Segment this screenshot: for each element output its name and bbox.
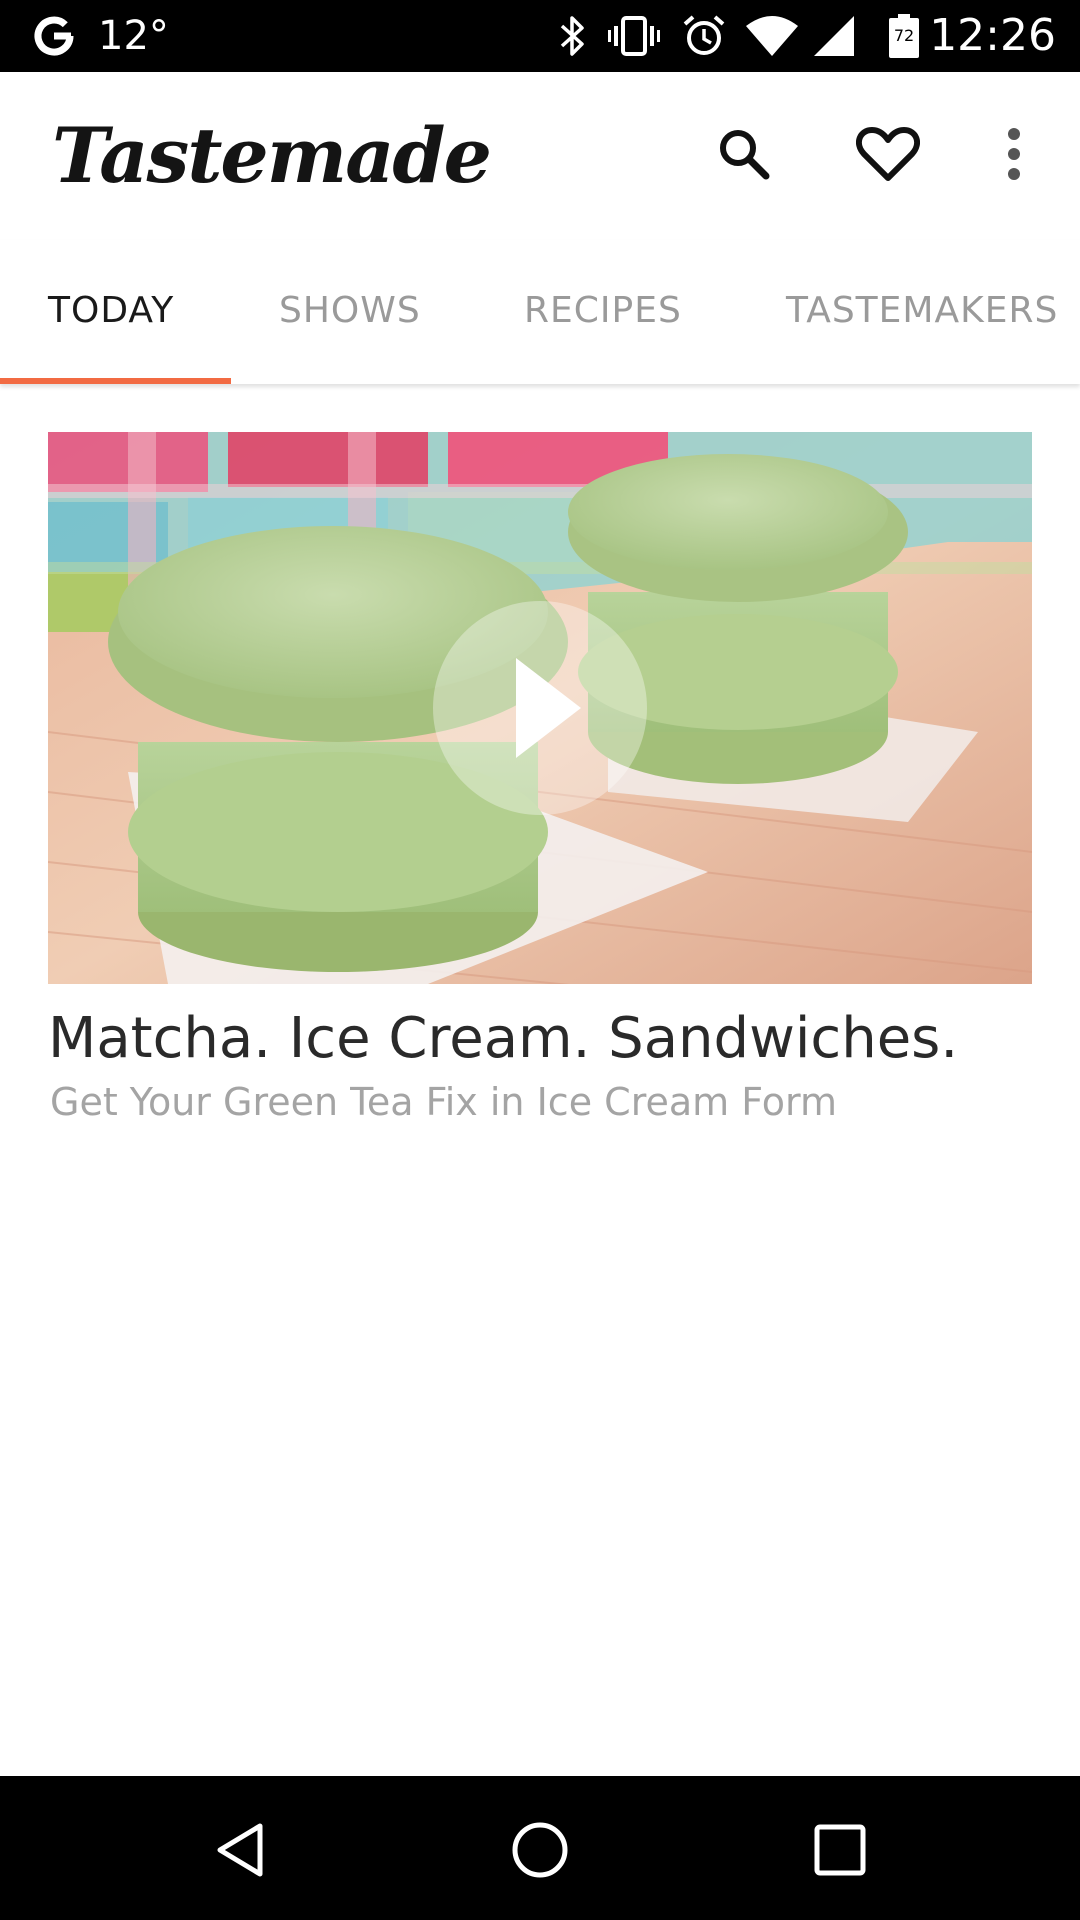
home-button[interactable] [500, 1812, 580, 1892]
battery-level-text: 72 [893, 26, 915, 45]
back-button[interactable] [200, 1812, 280, 1892]
play-icon [433, 601, 647, 815]
thumbnail-image [48, 432, 1032, 984]
tastemade-logo: Tastemade [52, 111, 492, 200]
home-icon [510, 1820, 570, 1885]
more-options-button[interactable] [974, 116, 1054, 196]
favorites-button[interactable] [848, 116, 928, 196]
wifi-icon [744, 12, 800, 65]
system-nav-bar [0, 1776, 1080, 1920]
recents-icon [810, 1820, 870, 1885]
temperature-text: 12° [98, 13, 169, 59]
search-button[interactable] [704, 116, 784, 196]
cell-signal-icon [810, 12, 858, 65]
video-thumbnail[interactable] [48, 432, 1032, 984]
more-vert-icon [1004, 126, 1024, 187]
tab-today[interactable]: TODAY [48, 290, 174, 331]
tab-bar: TODAY SHOWS RECIPES TASTEMAKERS [0, 240, 1080, 384]
tab-tastemakers[interactable]: TASTEMAKERS [786, 290, 1058, 331]
clock-time: 12:26 [929, 10, 1056, 61]
card-subtitle: Get Your Green Tea Fix in Ice Cream Form [50, 1080, 837, 1124]
search-icon [714, 124, 774, 189]
heart-icon [855, 124, 921, 189]
bluetooth-icon [556, 12, 588, 65]
active-tab-indicator [0, 378, 231, 384]
google-g-icon [30, 12, 78, 65]
app-bar: Tastemade [0, 72, 1080, 240]
back-icon [210, 1820, 270, 1885]
card-title[interactable]: Matcha. Ice Cream. Sandwiches. [48, 1006, 958, 1071]
recents-button[interactable] [800, 1812, 880, 1892]
status-bar: 12° 72 12:26 [0, 0, 1080, 72]
vibrate-icon [606, 12, 662, 65]
alarm-icon [680, 12, 728, 65]
tab-shows[interactable]: SHOWS [279, 290, 421, 331]
tab-recipes[interactable]: RECIPES [524, 290, 682, 331]
